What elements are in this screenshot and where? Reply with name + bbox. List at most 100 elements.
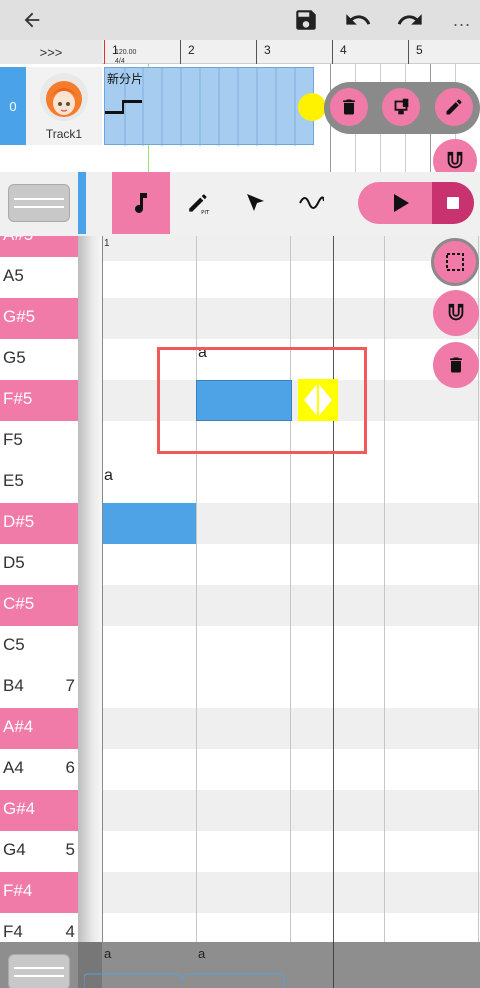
piano-keys: A#5 A5 G#5 G5 F#5 F5 E5 D#5 D5 C#5 C5 B4… [0, 236, 78, 942]
piano-key[interactable]: F4 4 [0, 913, 78, 942]
pitch-lane [102, 913, 480, 942]
lyric-track-item[interactable]: a [198, 946, 205, 961]
copy-clip-button[interactable] [379, 85, 423, 129]
tempo-indicator: 120.00 4/4 [115, 49, 137, 65]
pitch-lane [102, 462, 480, 503]
piano-key[interactable]: C5 [0, 626, 78, 667]
trash-icon [343, 99, 355, 115]
edit-clip-button[interactable] [432, 85, 476, 129]
pitch-lane [102, 708, 480, 749]
pitch-lane [102, 872, 480, 913]
play-button[interactable] [386, 182, 416, 224]
bar-number: 3 [264, 43, 271, 57]
svg-text:PIT: PIT [201, 210, 210, 216]
piano-key[interactable]: D5 [0, 544, 78, 585]
scroll-tracks-button[interactable]: >>> [0, 40, 102, 64]
piano-key[interactable]: G4 5 [0, 831, 78, 872]
pitch-lane [102, 831, 480, 872]
piano-key[interactable]: G5 [0, 339, 78, 380]
trash-icon [450, 357, 462, 373]
back-button[interactable] [16, 4, 48, 36]
delete-note-button[interactable] [433, 342, 479, 388]
note-length-handle[interactable] [298, 379, 338, 421]
pitch-lane [102, 236, 480, 261]
piano-key[interactable]: F5 [0, 421, 78, 462]
clip-resize-handle[interactable] [298, 93, 326, 121]
clip-copy-icon [394, 98, 409, 115]
playhead-marker[interactable] [104, 40, 105, 64]
magnet-icon [447, 151, 463, 169]
pitch-lane [102, 626, 480, 667]
pitch-lane [102, 585, 480, 626]
bar-number: 1 [104, 238, 110, 249]
pitch-lane [102, 749, 480, 790]
cursor-icon [247, 194, 264, 211]
music-note-icon [135, 193, 147, 213]
piano-key[interactable]: D#5 [0, 503, 78, 544]
pencil-icon [446, 99, 462, 115]
top-app-bar: ... [0, 0, 480, 40]
more-menu-button[interactable]: ... [446, 4, 478, 36]
wave-icon [299, 196, 324, 209]
note-snap-button[interactable] [433, 290, 479, 336]
save-button[interactable] [290, 4, 322, 36]
piano-key[interactable]: A#4 [0, 708, 78, 749]
lyric-blocks-outline [84, 973, 285, 988]
note-lyric: a [104, 467, 113, 484]
pen-icon: PIT [189, 194, 210, 216]
track-color-strip [78, 172, 86, 234]
play-icon [394, 194, 409, 212]
piano-key[interactable]: B4 7 [0, 667, 78, 708]
pitch-lane [102, 667, 480, 708]
note-block[interactable] [103, 503, 196, 544]
undo-icon [346, 14, 371, 25]
dashed-select-icon [446, 253, 464, 271]
piano-key[interactable]: F#5 [0, 380, 78, 421]
redo-icon [397, 14, 422, 25]
bottom-panel: a a [0, 942, 480, 988]
piano-key[interactable]: E5 [0, 462, 78, 503]
playback-controls [358, 182, 474, 224]
edit-toolbar: PIT [0, 172, 480, 236]
pitch-lane [102, 261, 480, 302]
select-tool-button[interactable] [226, 172, 284, 234]
bar-number: 2 [188, 43, 195, 57]
lyric-track-item[interactable]: a [104, 946, 111, 961]
pitch-lane [102, 298, 480, 339]
singer-avatar[interactable] [40, 73, 88, 121]
stop-button[interactable] [432, 182, 474, 224]
piano-key[interactable]: G#5 [0, 298, 78, 339]
piano-key[interactable]: F#4 [0, 872, 78, 913]
delete-clip-button[interactable] [327, 85, 371, 129]
note-tool-button[interactable] [112, 172, 170, 234]
track-name: Track1 [45, 127, 83, 141]
save-icon [296, 10, 316, 30]
track-clip[interactable]: 新分片 [104, 67, 314, 146]
piano-key[interactable]: G#4 [0, 790, 78, 831]
redo-button[interactable] [394, 4, 426, 36]
bar-number: 4 [340, 43, 347, 57]
arrow-left-icon [24, 12, 40, 28]
piano-key[interactable]: A4 6 [0, 749, 78, 790]
diamond-arrows-icon [304, 383, 332, 417]
piano-key[interactable]: C#5 [0, 585, 78, 626]
bottom-drag-handle[interactable] [8, 954, 70, 988]
undo-button[interactable] [342, 4, 374, 36]
piano-roll[interactable]: 1 A#5 A5 G#5 G5 F#5 F5 E5 D#5 D5 C#5 C5 … [0, 236, 480, 942]
track-index: 0 [0, 67, 26, 145]
box-select-button[interactable] [431, 238, 479, 286]
bar-number: 5 [416, 43, 423, 57]
keyboard-scroll-edge [78, 236, 102, 942]
pitch-lane [102, 790, 480, 831]
pitch-pen-tool-button[interactable]: PIT [170, 172, 228, 234]
track-header[interactable]: 0 Track1 [0, 67, 102, 145]
curve-tool-button[interactable] [282, 172, 340, 234]
magnet-icon [448, 303, 464, 321]
clip-note-preview [105, 68, 296, 146]
stop-icon [447, 197, 459, 209]
piano-key[interactable]: A#5 [0, 236, 78, 257]
track-area: >>> 1 2 3 4 5 120.00 4/4 0 Track1 新分片 [0, 40, 480, 183]
piano-key[interactable]: A5 [0, 257, 78, 298]
timeline-ruler[interactable]: >>> 1 2 3 4 5 [0, 40, 480, 64]
toolbar-drag-handle[interactable] [8, 184, 70, 222]
